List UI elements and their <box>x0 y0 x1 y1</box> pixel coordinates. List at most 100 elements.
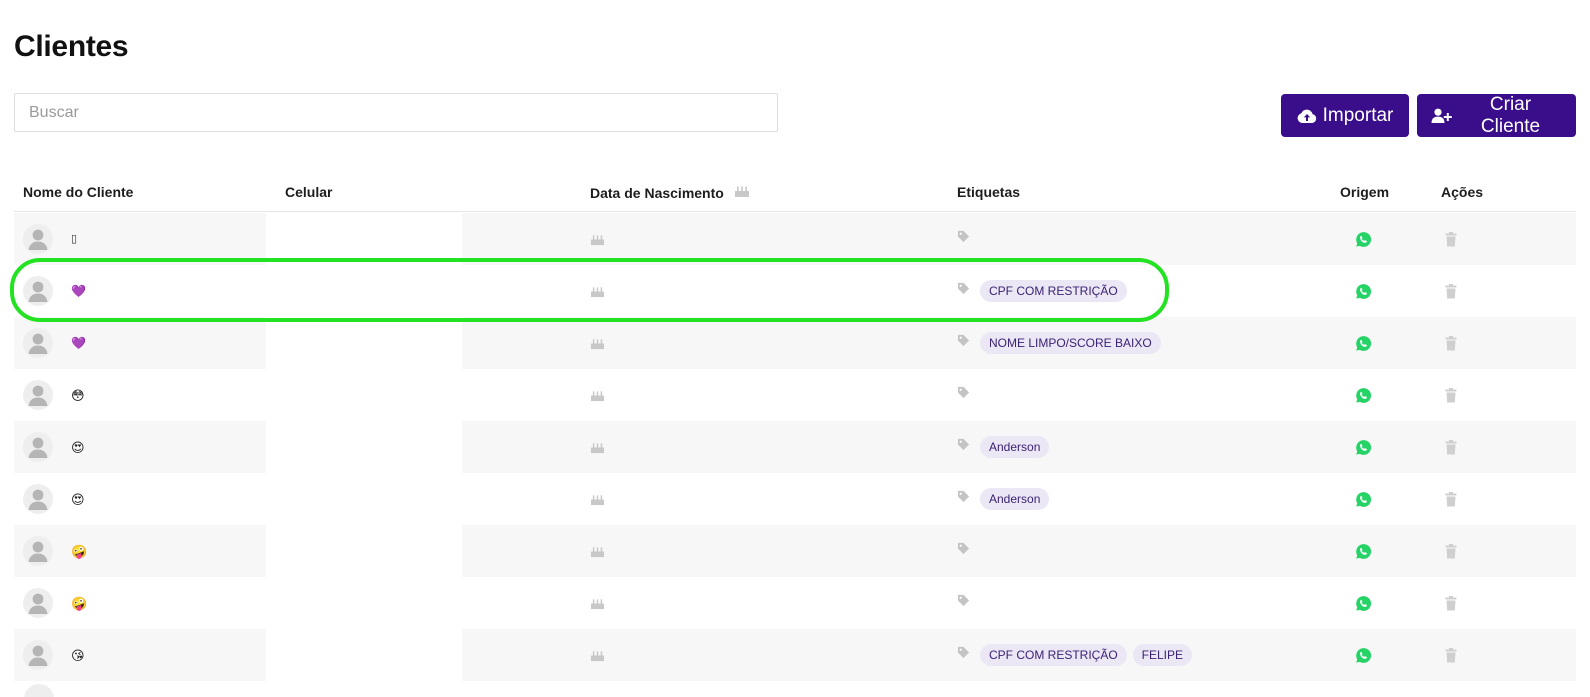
table-row[interactable]: 💜 NOME LIMPO/SCORE BAIXO <box>14 317 1576 369</box>
phone-cell <box>266 265 462 317</box>
trash-icon[interactable] <box>1445 369 1457 421</box>
create-client-button[interactable]: Criar Cliente <box>1417 94 1576 137</box>
table-row[interactable]: 💜 CPF COM RESTRIÇÃO <box>14 265 1576 317</box>
client-name-cell[interactable]: 💜 <box>23 317 86 369</box>
phone-cell <box>266 317 462 369</box>
whatsapp-icon[interactable] <box>1355 577 1372 629</box>
tags-cell: NOME LIMPO/SCORE BAIXO <box>957 317 1161 369</box>
whatsapp-icon[interactable] <box>1355 213 1372 265</box>
table-row[interactable]: ▯ <box>14 213 1576 265</box>
client-name-cell[interactable]: 😍 <box>23 473 85 525</box>
tags-cell: Anderson <box>957 473 1050 525</box>
phone-cell <box>266 525 462 577</box>
tag-badge[interactable]: CPF COM RESTRIÇÃO <box>980 644 1127 666</box>
cake-icon <box>590 369 605 421</box>
whatsapp-icon[interactable] <box>1355 421 1372 473</box>
tags-cell <box>957 525 974 577</box>
trash-icon[interactable] <box>1445 473 1457 525</box>
header-origin[interactable]: Origem <box>1340 184 1389 200</box>
search-input[interactable] <box>14 93 778 132</box>
header-tags[interactable]: Etiquetas <box>957 184 1020 200</box>
user-avatar-icon <box>23 224 53 254</box>
trash-icon[interactable] <box>1445 421 1457 473</box>
table-row[interactable]: 🤪 <box>14 577 1576 629</box>
client-name: 🤪 <box>71 543 88 559</box>
whatsapp-icon[interactable] <box>1355 369 1372 421</box>
client-name-cell[interactable]: 😳 <box>23 369 85 421</box>
tag-badge[interactable]: FELIPE <box>1132 644 1193 666</box>
trash-icon[interactable] <box>1445 525 1457 577</box>
trash-icon[interactable] <box>1445 213 1457 265</box>
cake-icon <box>590 525 605 577</box>
cake-icon <box>590 265 605 317</box>
user-avatar-icon <box>23 640 53 670</box>
tag-icon <box>957 230 970 248</box>
tags-cell <box>957 577 974 629</box>
trash-icon[interactable] <box>1445 265 1457 317</box>
clients-page: Clientes Importar Criar Cliente Nome do … <box>0 0 1590 697</box>
tag-badge[interactable]: Anderson <box>980 436 1050 458</box>
trash-icon[interactable] <box>1445 577 1457 629</box>
client-name: 💜 <box>71 336 86 350</box>
phone-cell <box>266 629 462 681</box>
header-name[interactable]: Nome do Cliente <box>23 184 133 200</box>
whatsapp-icon[interactable] <box>1355 629 1372 681</box>
tag-icon <box>957 334 970 352</box>
whatsapp-icon[interactable] <box>1355 525 1372 577</box>
trash-icon[interactable] <box>1445 317 1457 369</box>
client-name: ▯ <box>71 232 78 245</box>
table-row[interactable]: 😍 Anderson <box>14 473 1576 525</box>
tags-cell <box>957 369 974 421</box>
client-name-cell[interactable]: 🤪 <box>23 525 87 577</box>
client-name-cell[interactable]: 😘 <box>23 629 85 681</box>
user-avatar-icon <box>23 328 53 358</box>
tag-icon <box>957 646 970 664</box>
tag-icon <box>957 282 970 300</box>
tags-cell: CPF COM RESTRIÇÃO <box>957 265 1127 317</box>
tag-icon <box>957 438 970 456</box>
user-avatar-icon <box>23 588 53 618</box>
phone-cell <box>266 213 462 265</box>
header-birth-label: Data de Nascimento <box>590 184 724 201</box>
table-row[interactable]: 😳 <box>14 369 1576 421</box>
tag-badge[interactable]: NOME LIMPO/SCORE BAIXO <box>980 332 1161 354</box>
client-name-cell[interactable]: 🤪 <box>23 577 87 629</box>
client-name: 🤪 <box>71 595 88 611</box>
tag-badge[interactable]: Anderson <box>980 488 1050 510</box>
table-row[interactable]: 🤪 <box>14 525 1576 577</box>
header-actions: Ações <box>1441 184 1484 200</box>
tags-cell: CPF COM RESTRIÇÃO FELIPE <box>957 629 1193 681</box>
client-name: 💜 <box>71 284 86 298</box>
cake-icon <box>590 577 605 629</box>
cake-icon <box>590 629 605 681</box>
trash-icon[interactable] <box>1445 629 1457 681</box>
client-name: 😳 <box>71 387 85 403</box>
client-name-cell[interactable]: 😍 <box>23 421 85 473</box>
table-row[interactable]: 😍 Anderson <box>14 421 1576 473</box>
table-header: Nome do Cliente Celular Data de Nascimen… <box>14 178 1576 212</box>
whatsapp-icon[interactable] <box>1355 265 1372 317</box>
phone-cell <box>266 421 462 473</box>
whatsapp-icon[interactable] <box>1355 317 1372 369</box>
tag-badge[interactable]: CPF COM RESTRIÇÃO <box>980 280 1127 302</box>
user-avatar-icon <box>23 484 53 514</box>
import-button[interactable]: Importar <box>1281 94 1409 137</box>
client-name: 😘 <box>71 647 85 663</box>
phone-cell <box>266 577 462 629</box>
cake-icon <box>734 184 750 201</box>
header-birth[interactable]: Data de Nascimento <box>590 184 750 201</box>
avatar <box>24 684 54 697</box>
tag-icon <box>957 490 970 508</box>
user-avatar-icon <box>23 536 53 566</box>
user-avatar-icon <box>23 276 53 306</box>
header-phone[interactable]: Celular <box>285 184 332 200</box>
client-name-cell[interactable]: ▯ <box>23 213 77 265</box>
tags-cell: Anderson <box>957 421 1050 473</box>
clients-table-body: ▯ 💜 CPF COM RESTRIÇÃO 💜 NOME LIMPO/SCORE BAI… <box>14 213 1576 681</box>
table-row[interactable]: 😘 CPF COM RESTRIÇÃO FELIPE <box>14 629 1576 681</box>
whatsapp-icon[interactable] <box>1355 473 1372 525</box>
client-name-cell[interactable]: 💜 <box>23 265 86 317</box>
cake-icon <box>590 317 605 369</box>
create-client-button-label: Criar Cliente <box>1480 93 1541 137</box>
cake-icon <box>590 473 605 525</box>
